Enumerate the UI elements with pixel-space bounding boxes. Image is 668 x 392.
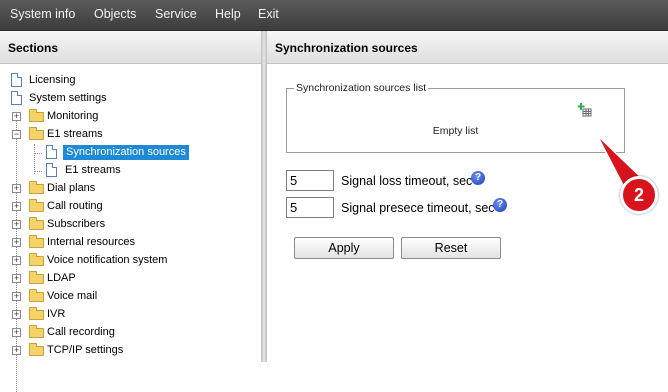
annotation-badge: 2: [620, 176, 658, 214]
annotation-arrow: [596, 134, 649, 188]
